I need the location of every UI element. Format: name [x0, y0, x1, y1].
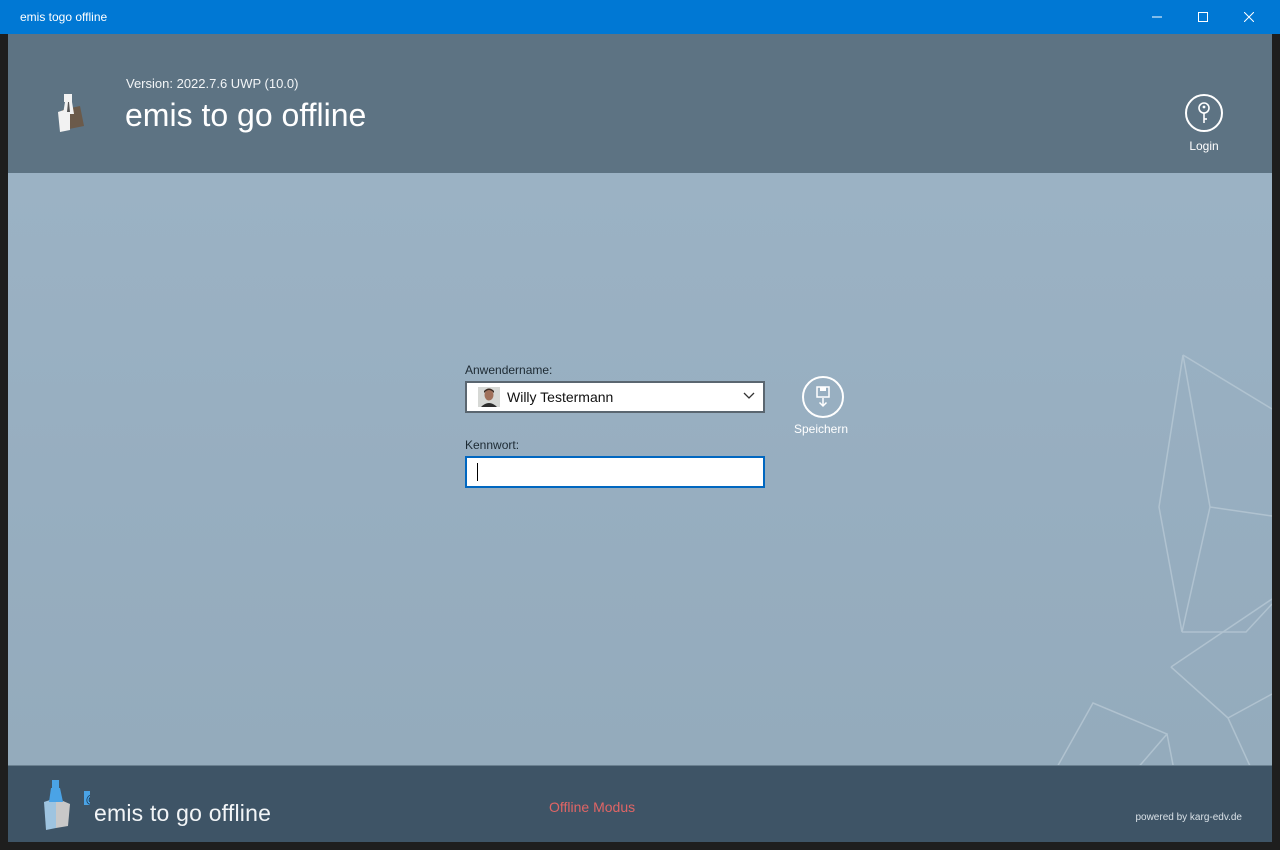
- title-bar: emis togo offline: [0, 0, 1280, 34]
- minimize-icon: [1152, 16, 1162, 18]
- save-label: Speichern: [793, 422, 849, 436]
- login-button[interactable]: Login: [1183, 94, 1225, 153]
- app-window: Version: 2022.7.6 UWP (10.0) emis to go …: [8, 34, 1272, 842]
- app-logo-icon: [58, 94, 84, 132]
- avatar: [478, 387, 500, 407]
- powered-by-text: powered by karg-edv.de: [1135, 812, 1242, 823]
- save-icon: [816, 386, 830, 408]
- maximize-button[interactable]: [1180, 0, 1226, 34]
- maximize-icon: [1198, 12, 1208, 22]
- password-input[interactable]: [465, 456, 765, 488]
- login-label: Login: [1189, 139, 1219, 153]
- footer-logo-icon: @: [44, 780, 91, 830]
- save-button[interactable]: [802, 376, 844, 418]
- minimize-button[interactable]: [1134, 0, 1180, 34]
- text-caret: [477, 463, 478, 481]
- close-button[interactable]: [1226, 0, 1272, 34]
- close-icon: [1244, 12, 1254, 22]
- app-header: Version: 2022.7.6 UWP (10.0) emis to go …: [8, 34, 1272, 173]
- footer-app-name: emis to go offline: [94, 800, 272, 826]
- window-title: emis togo offline: [20, 10, 108, 24]
- username-value: Willy Testermann: [507, 389, 614, 405]
- password-label: Kennwort:: [465, 438, 520, 452]
- offline-status: Offline Modus: [549, 799, 636, 815]
- username-label: Anwendername:: [465, 363, 553, 377]
- version-text: Version: 2022.7.6 UWP (10.0): [126, 76, 299, 91]
- svg-text:@: @: [86, 792, 91, 806]
- app-title: emis to go offline: [125, 97, 367, 133]
- chevron-down-icon: [743, 392, 755, 399]
- key-icon: [1198, 102, 1210, 123]
- username-select[interactable]: Willy Testermann: [465, 381, 765, 413]
- app-footer: @ emis to go offline Offline Modus power…: [8, 765, 1272, 842]
